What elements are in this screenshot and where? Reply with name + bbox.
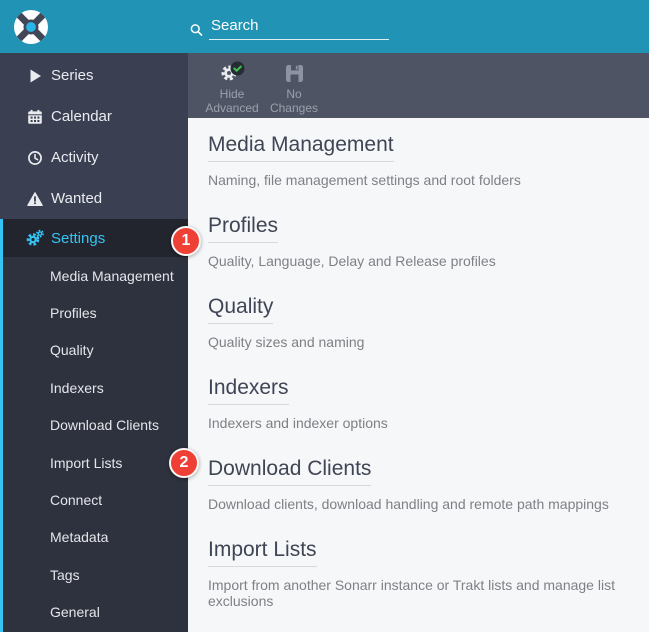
gear-check-icon (219, 59, 246, 87)
section-description: Quality, Language, Delay and Release pro… (208, 253, 629, 269)
toolbar: Hide Advanced No Changes (188, 53, 649, 118)
section-description: Download clients, download handling and … (208, 496, 629, 512)
settings-submenu: Media Management Profiles Quality Indexe… (3, 257, 188, 632)
search-area (188, 17, 389, 40)
section-title-link[interactable]: Indexers (208, 376, 289, 405)
sidebar-subitem-connect[interactable]: Connect (3, 481, 188, 518)
hide-advanced-button[interactable]: Hide Advanced (201, 59, 263, 118)
sidebar-subitem-indexers[interactable]: Indexers (3, 369, 188, 406)
section-description: Import from another Sonarr instance or T… (208, 577, 629, 609)
section-title-link[interactable]: Quality (208, 295, 273, 324)
section-description: Indexers and indexer options (208, 415, 629, 431)
section-title-link[interactable]: Import Lists (208, 538, 317, 567)
top-bar (0, 0, 649, 53)
settings-group: Settings Media Management Profiles Quali… (0, 219, 188, 632)
sidebar-item-label: Wanted (51, 190, 102, 207)
settings-section-profiles: Profiles Quality, Language, Delay and Re… (208, 214, 629, 269)
toolbar-label-line: Advanced (205, 101, 258, 115)
sidebar-subitem-quality[interactable]: Quality (3, 332, 188, 369)
toolbar-label-line: Changes (270, 101, 318, 115)
sidebar-item-label: Activity (51, 149, 99, 166)
sidebar-item-label: Series (51, 67, 94, 84)
sidebar-subitem-metadata[interactable]: Metadata (3, 519, 188, 556)
sidebar-subitem-import-lists[interactable]: Import Lists (3, 444, 188, 481)
search-icon (188, 23, 205, 40)
settings-section-import-lists: Import Lists Import from another Sonarr … (208, 538, 629, 609)
sidebar-item-activity[interactable]: Activity (0, 137, 188, 178)
sonarr-settings-window: Series Calendar (0, 0, 649, 632)
save-icon (285, 59, 304, 87)
gears-icon (25, 229, 45, 247)
annotation-circle-1: 1 (171, 226, 201, 256)
sidebar-item-calendar[interactable]: Calendar (0, 96, 188, 137)
sidebar-item-wanted[interactable]: Wanted (0, 178, 188, 219)
sidebar-item-label: Calendar (51, 108, 112, 125)
search-input[interactable] (209, 17, 389, 40)
sidebar-subitem-media-management[interactable]: Media Management (3, 257, 188, 294)
calendar-icon (25, 109, 45, 125)
section-description: Naming, file management settings and roo… (208, 172, 629, 188)
sidebar-subitem-general[interactable]: General (3, 594, 188, 631)
settings-section-indexers: Indexers Indexers and indexer options (208, 376, 629, 431)
sidebar-item-series[interactable]: Series (0, 55, 188, 96)
settings-section-download-clients: Download Clients Download clients, downl… (208, 457, 629, 512)
sonarr-logo[interactable] (13, 9, 49, 45)
settings-overview: Media Management Naming, file management… (188, 118, 649, 632)
section-title-link[interactable]: Profiles (208, 214, 278, 243)
toolbar-label-line: No (286, 87, 301, 101)
clock-icon (25, 150, 45, 166)
warning-triangle-icon (25, 191, 45, 207)
main-area: Hide Advanced No Changes (188, 53, 649, 632)
sidebar-item-label: Settings (51, 230, 105, 247)
play-icon (25, 68, 45, 84)
section-title-link[interactable]: Media Management (208, 133, 394, 162)
sidebar-subitem-download-clients[interactable]: Download Clients (3, 407, 188, 444)
section-title-link[interactable]: Download Clients (208, 457, 371, 486)
annotation-circle-2: 2 (169, 448, 199, 478)
settings-section-media-management: Media Management Naming, file management… (208, 133, 629, 188)
settings-section-quality: Quality Quality sizes and naming (208, 295, 629, 350)
sidebar-subitem-profiles[interactable]: Profiles (3, 294, 188, 331)
sidebar-item-settings[interactable]: Settings (3, 219, 188, 257)
toolbar-label-line: Hide (220, 87, 245, 101)
sidebar: Series Calendar (0, 53, 188, 632)
no-changes-button[interactable]: No Changes (263, 59, 325, 118)
section-description: Quality sizes and naming (208, 334, 629, 350)
sidebar-subitem-tags[interactable]: Tags (3, 556, 188, 593)
